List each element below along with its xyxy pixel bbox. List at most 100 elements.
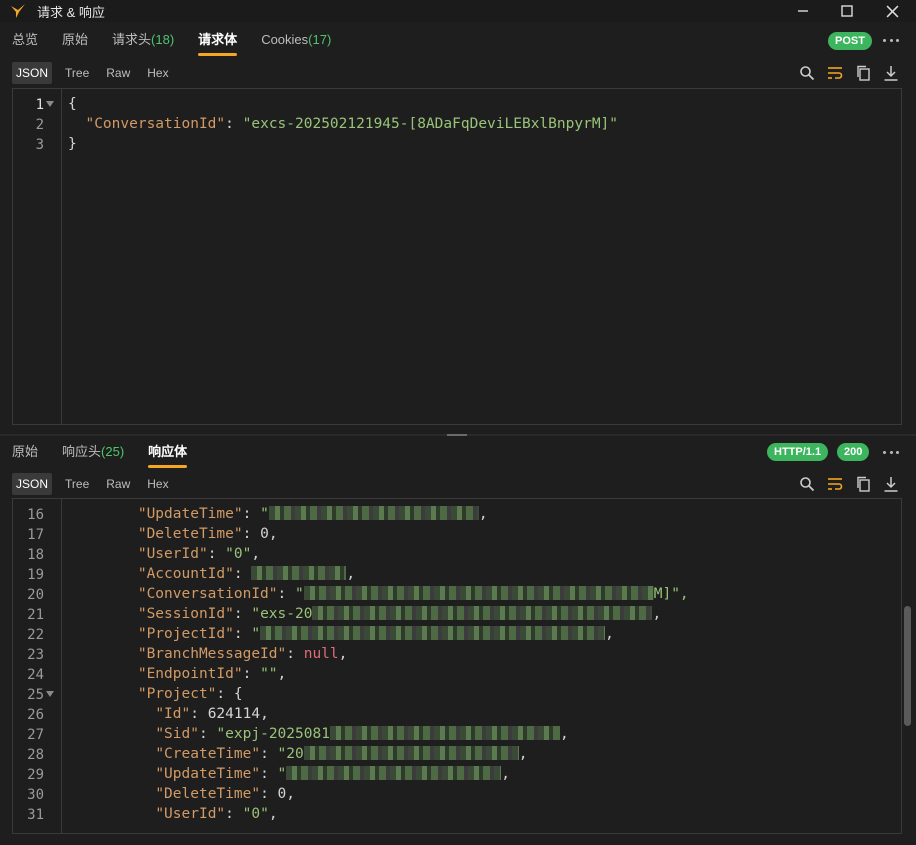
window-title: 请求 & 响应	[37, 4, 105, 20]
json-key: "AccountId"	[137, 566, 234, 582]
response-format-bar: JSON Tree Raw Hex	[0, 471, 916, 497]
close-button[interactable]	[869, 0, 915, 22]
format-raw[interactable]: Raw	[102, 473, 134, 495]
code-line: "ConversationId": " M]",	[137, 586, 689, 602]
tab-response-raw[interactable]: 原始	[0, 434, 50, 470]
code-line: "ProjectId": ",	[137, 626, 614, 642]
json-key: "UserId"	[155, 806, 226, 822]
line-number: 31	[27, 807, 44, 823]
copy-icon[interactable]	[855, 65, 871, 81]
tab-request-headers[interactable]: 请求头(18)	[100, 22, 186, 58]
fold-arrow-icon[interactable]	[46, 100, 54, 108]
redacted-value	[251, 566, 347, 580]
format-tree[interactable]: Tree	[61, 473, 93, 495]
redacted-value	[303, 746, 519, 760]
code-line: }	[68, 136, 77, 152]
json-value: "20	[277, 746, 304, 762]
json-value: 0	[277, 786, 287, 802]
json-value: ""	[260, 666, 278, 682]
format-raw[interactable]: Raw	[102, 62, 134, 84]
json-value: 624114	[207, 706, 261, 722]
json-key: "UserId"	[137, 546, 208, 562]
code-line: "DeleteTime": 0,	[155, 786, 296, 802]
json-key: "Project"	[137, 686, 217, 702]
more-options-icon[interactable]	[883, 444, 899, 460]
json-value: "0"	[242, 806, 269, 822]
format-json[interactable]: JSON	[12, 62, 53, 84]
minimize-button[interactable]	[780, 0, 826, 22]
http-version-badge: HTTP/1.1	[767, 443, 829, 461]
code-line: "UserId": "0",	[137, 546, 261, 562]
code-line: "Sid": "expj-2025081,	[155, 726, 569, 742]
vertical-scrollbar[interactable]	[904, 606, 911, 726]
redacted-value	[303, 586, 654, 600]
tab-raw[interactable]: 原始	[50, 22, 100, 58]
response-body-editor[interactable]: 16 17 18 19 20 21 22 23 24 25 26 27 28 29 30 31 "Update…	[12, 498, 902, 834]
line-number: 2	[35, 117, 44, 133]
maximize-button[interactable]	[824, 0, 870, 22]
header-count: (18)	[151, 32, 175, 47]
line-number: 23	[27, 647, 44, 663]
redacted-value	[268, 506, 479, 520]
download-icon[interactable]	[883, 65, 899, 81]
json-value: "0"	[225, 546, 252, 562]
line-number: 22	[27, 627, 44, 643]
request-tab-bar: 总览 原始 请求头(18) 请求体 Cookies(17) POST	[0, 22, 916, 58]
code-line: {	[68, 96, 77, 112]
code-line: "SessionId": "exs-20,	[137, 606, 662, 622]
code-line: "DeleteTime": 0,	[137, 526, 278, 542]
line-number: 21	[27, 607, 44, 623]
code-line: "UserId": "0",	[155, 806, 278, 822]
json-value: 0	[260, 526, 269, 542]
json-key: "ConversationId"	[85, 116, 226, 132]
line-number: 3	[35, 137, 44, 153]
code-line: "AccountId": ,	[137, 566, 356, 582]
format-hex[interactable]: Hex	[143, 62, 172, 84]
response-tab-bar: 原始 响应头(25) 响应体 HTTP/1.1 200	[0, 434, 916, 470]
fold-arrow-icon[interactable]	[46, 690, 54, 698]
tab-overview[interactable]: 总览	[0, 22, 50, 58]
tab-request-body[interactable]: 请求体	[186, 22, 249, 58]
json-value: null	[303, 646, 339, 662]
json-key: "BranchMessageId"	[137, 646, 287, 662]
word-wrap-icon[interactable]	[827, 476, 843, 492]
code-line: "UpdateTime": ",	[137, 506, 488, 522]
search-icon[interactable]	[799, 65, 815, 81]
format-json[interactable]: JSON	[12, 473, 53, 495]
json-key: "EndpointId"	[137, 666, 243, 682]
close-icon	[886, 5, 898, 17]
json-value: "exs-20	[251, 606, 313, 622]
header-count: (25)	[101, 444, 125, 459]
code-line: "UpdateTime": ",	[155, 766, 511, 782]
maximize-icon	[841, 5, 853, 17]
line-number-gutter: 1 2 3	[13, 89, 62, 424]
json-value: "	[251, 626, 261, 642]
request-body-editor[interactable]: 1 2 3 { "ConversationId": "excs-20250212…	[12, 88, 902, 425]
line-number: 16	[27, 507, 44, 523]
tab-cookies[interactable]: Cookies(17)	[249, 22, 343, 58]
json-key: "DeleteTime"	[155, 786, 261, 802]
redacted-value	[329, 726, 560, 740]
line-number: 17	[27, 527, 44, 543]
request-format-bar: JSON Tree Raw Hex	[0, 60, 916, 86]
word-wrap-icon[interactable]	[827, 65, 843, 81]
line-number: 29	[27, 767, 44, 783]
search-icon[interactable]	[799, 476, 815, 492]
line-number: 25	[27, 687, 44, 703]
tab-response-headers[interactable]: 响应头(25)	[50, 434, 136, 470]
line-number: 18	[27, 547, 44, 563]
copy-icon[interactable]	[855, 476, 871, 492]
format-hex[interactable]: Hex	[143, 473, 172, 495]
code-line: "EndpointId": "",	[137, 666, 287, 682]
json-value: "	[277, 766, 287, 782]
format-tree[interactable]: Tree	[61, 62, 93, 84]
app-logo-icon	[11, 4, 25, 18]
tab-response-body[interactable]: 响应体	[136, 434, 199, 470]
download-icon[interactable]	[883, 476, 899, 492]
line-number: 27	[27, 727, 44, 743]
line-number: 30	[27, 787, 44, 803]
more-options-icon[interactable]	[883, 32, 899, 48]
json-key: "SessionId"	[137, 606, 234, 622]
redacted-value	[312, 606, 653, 620]
json-key: "ConversationId"	[137, 586, 278, 602]
